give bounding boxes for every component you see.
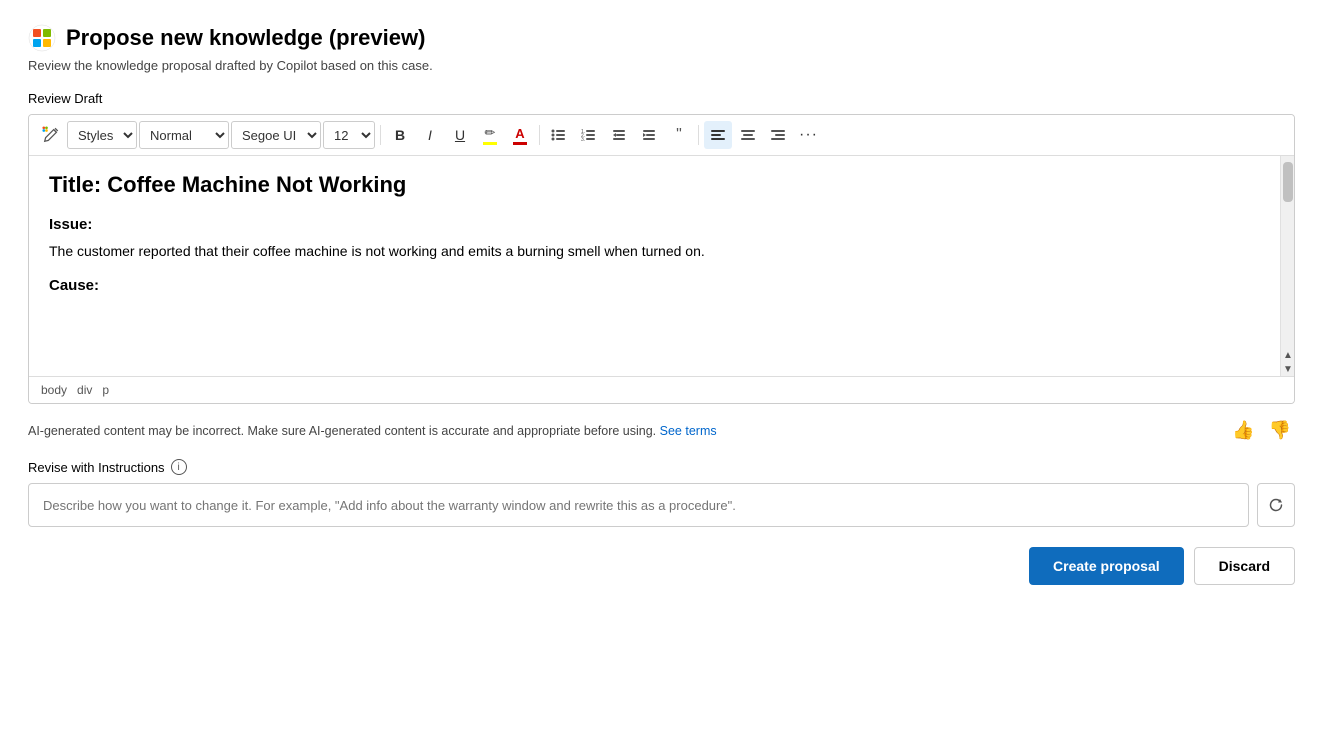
revise-instructions-input[interactable] <box>28 483 1249 527</box>
align-center-icon <box>740 127 756 143</box>
thumbs-up-button[interactable]: 👍 <box>1228 416 1258 445</box>
align-right-icon <box>770 127 786 143</box>
editor-scrollbar[interactable]: ▲ ▼ <box>1280 156 1294 376</box>
create-proposal-button[interactable]: Create proposal <box>1029 547 1184 585</box>
breadcrumb-p: p <box>102 383 109 397</box>
feedback-buttons: 👍 👎 <box>1228 416 1295 445</box>
revise-input-row <box>28 483 1295 527</box>
editor-doc-title: Title: Coffee Machine Not Working <box>49 172 1260 198</box>
paragraph-style-dropdown[interactable]: Normal <box>139 121 229 149</box>
svg-text:3.: 3. <box>581 137 585 143</box>
italic-button[interactable]: I <box>416 121 444 149</box>
breadcrumb-body: body <box>41 383 67 397</box>
see-terms-link[interactable]: See terms <box>660 424 717 438</box>
ai-disclaimer-row: AI-generated content may be incorrect. M… <box>28 416 1295 445</box>
toolbar-divider-2 <box>539 125 540 145</box>
info-icon: i <box>171 459 187 475</box>
font-color-button[interactable]: A <box>506 121 534 149</box>
refresh-icon <box>1268 497 1284 513</box>
scroll-down-arrow[interactable]: ▼ <box>1281 362 1295 376</box>
editor-content[interactable]: Title: Coffee Machine Not Working Issue:… <box>29 156 1280 376</box>
rich-text-editor: Styles Normal Segoe UI 12 B I U ✏ A <box>28 114 1295 404</box>
align-right-button[interactable] <box>764 121 792 149</box>
editor-body-wrapper: Title: Coffee Machine Not Working Issue:… <box>29 156 1294 376</box>
bold-button[interactable]: B <box>386 121 414 149</box>
editor-cause-heading: Cause: <box>49 277 1260 294</box>
editor-path-footer: body div p <box>29 376 1294 403</box>
toolbar-divider-3 <box>698 125 699 145</box>
breadcrumb-div: div <box>77 383 92 397</box>
page-subtitle: Review the knowledge proposal drafted by… <box>28 58 1295 73</box>
editor-issue-heading: Issue: <box>49 216 1260 233</box>
align-center-button[interactable] <box>734 121 762 149</box>
underline-button[interactable]: U <box>446 121 474 149</box>
revise-label: Revise with Instructions i <box>28 459 1295 475</box>
more-options-button[interactable]: ··· <box>794 121 823 149</box>
increase-indent-button[interactable] <box>635 121 663 149</box>
unordered-list-button[interactable] <box>545 121 573 149</box>
ordered-list-button[interactable]: 1. 2. 3. <box>575 121 603 149</box>
editor-issue-body: The customer reported that their coffee … <box>49 243 1260 259</box>
page-header: Propose new knowledge (preview) <box>28 24 1295 52</box>
styles-dropdown[interactable]: Styles <box>67 121 137 149</box>
review-draft-label: Review Draft <box>28 91 1295 106</box>
list-ol-icon: 1. 2. 3. <box>581 127 597 143</box>
toolbar-divider-1 <box>380 125 381 145</box>
thumbs-down-button[interactable]: 👎 <box>1265 416 1295 445</box>
editor-toolbar: Styles Normal Segoe UI 12 B I U ✏ A <box>29 115 1294 156</box>
copilot-icon <box>28 24 56 52</box>
page-title: Propose new knowledge (preview) <box>66 25 425 51</box>
highlight-color-button[interactable]: ✏ <box>476 121 504 149</box>
footer-buttons: Create proposal Discard <box>28 547 1295 585</box>
align-left-button[interactable] <box>704 121 732 149</box>
indent-decrease-icon <box>611 127 627 143</box>
discard-button[interactable]: Discard <box>1194 547 1295 585</box>
decrease-indent-button[interactable] <box>605 121 633 149</box>
list-ul-icon <box>551 127 567 143</box>
indent-increase-icon <box>641 127 657 143</box>
pen-icon <box>42 126 60 144</box>
font-size-dropdown[interactable]: 12 <box>323 121 375 149</box>
revise-section: Revise with Instructions i <box>28 459 1295 527</box>
copilot-pen-button[interactable] <box>37 121 65 149</box>
scroll-up-arrow[interactable]: ▲ <box>1281 348 1295 362</box>
blockquote-button[interactable]: " <box>665 121 693 149</box>
revise-refresh-button[interactable] <box>1257 483 1295 527</box>
font-family-dropdown[interactable]: Segoe UI <box>231 121 321 149</box>
ai-disclaimer-text: AI-generated content may be incorrect. M… <box>28 424 1228 438</box>
align-left-icon <box>710 127 726 143</box>
